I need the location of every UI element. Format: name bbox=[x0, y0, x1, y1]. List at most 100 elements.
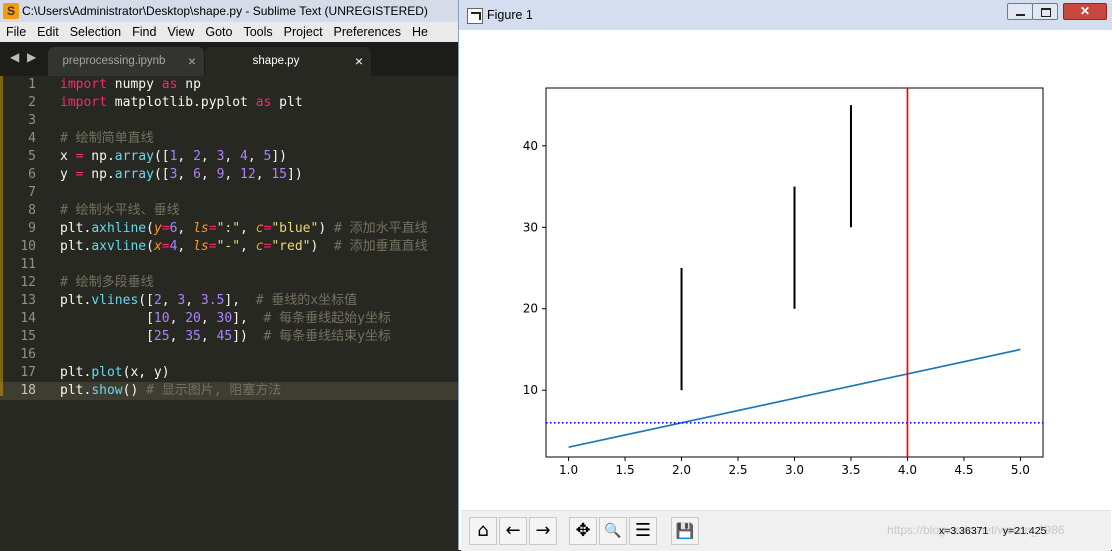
code-token: y bbox=[153, 221, 162, 236]
code-line: 7 bbox=[0, 184, 460, 202]
menu-tools[interactable]: Tools bbox=[237, 22, 277, 42]
code-token: ], bbox=[224, 293, 256, 308]
code-token: ( bbox=[146, 221, 154, 236]
code-token: , bbox=[185, 293, 201, 308]
code-comment: # 每条垂线结束y坐标 bbox=[263, 329, 391, 344]
tab-close-icon[interactable]: × bbox=[188, 47, 196, 76]
configure-subplots-icon[interactable]: ☰ bbox=[629, 517, 657, 545]
close-button[interactable] bbox=[1063, 3, 1107, 20]
code-token: ]) bbox=[271, 149, 288, 164]
code-line: 11 bbox=[0, 256, 460, 274]
code-token: , bbox=[255, 167, 272, 182]
code-token: array bbox=[114, 167, 154, 182]
tab-preprocessing[interactable]: preprocessing.ipynb × bbox=[48, 47, 204, 76]
code-comment: # 垂线的x坐标值 bbox=[255, 293, 358, 308]
code-token: , bbox=[240, 221, 256, 236]
zoom-icon[interactable]: 🔍 bbox=[599, 517, 627, 545]
cursor-coordinates: x=3.36371 y=21.425 bbox=[939, 525, 1047, 537]
save-icon[interactable]: 💾 bbox=[671, 517, 699, 545]
code-token: c bbox=[255, 239, 264, 254]
code-token: ( bbox=[146, 239, 154, 254]
code-token: , bbox=[200, 329, 217, 344]
menu-help[interactable]: He bbox=[406, 22, 433, 42]
y-tick-label: 30 bbox=[523, 220, 538, 234]
x-tick-label: 4.5 bbox=[954, 463, 973, 477]
plot-canvas[interactable]: 1.0 1.5 2.0 2.5 3.0 3.5 4.0 4.5 5.0 10 20 30 40 bbox=[461, 30, 1111, 510]
code-comment: # 显示图片, 阻塞方法 bbox=[146, 383, 282, 398]
code-comment: # 添加垂直直线 bbox=[333, 239, 428, 254]
pan-icon[interactable]: ✥ bbox=[569, 517, 597, 545]
code-token: , bbox=[177, 149, 194, 164]
tab-close-icon[interactable]: × bbox=[355, 47, 363, 76]
code-line: 16 bbox=[0, 346, 460, 364]
line-number: 1 bbox=[28, 77, 36, 92]
forward-arrow-icon[interactable]: → bbox=[529, 517, 557, 545]
code-token: ([ bbox=[153, 167, 170, 182]
code-line: 1 import numpy as np bbox=[0, 76, 460, 94]
code-line: 3 bbox=[0, 112, 460, 130]
code-token: vlines bbox=[91, 293, 139, 308]
code-line: 2 import matplotlib.pyplot as plt bbox=[0, 94, 460, 112]
menu-file[interactable]: File bbox=[0, 22, 31, 42]
code-line: 4 # 绘制简单直线 bbox=[0, 130, 460, 148]
code-token: , bbox=[224, 149, 241, 164]
sublime-tab-bar: ◀ ▶ preprocessing.ipynb × shape.py × bbox=[0, 42, 460, 76]
x-tick-label: 3.5 bbox=[841, 463, 860, 477]
code-line: 9 plt.axhline(y=6, ls=":", c="blue") # 添加… bbox=[0, 220, 460, 238]
menu-view[interactable]: View bbox=[161, 22, 199, 42]
code-token: 25 bbox=[153, 329, 170, 344]
tab-shape-py[interactable]: shape.py × bbox=[205, 47, 371, 76]
code-token: "red" bbox=[271, 239, 311, 254]
code-token: show bbox=[91, 383, 123, 398]
menu-goto[interactable]: Goto bbox=[199, 22, 237, 42]
back-arrow-icon[interactable]: ← bbox=[499, 517, 527, 545]
figure-app-icon bbox=[467, 8, 483, 24]
tab-nav-arrows-icon[interactable]: ◀ ▶ bbox=[10, 50, 38, 64]
x-tick-label: 1.0 bbox=[559, 463, 578, 477]
line-number: 2 bbox=[28, 95, 36, 110]
code-token: 10 bbox=[153, 311, 170, 326]
code-token: = bbox=[161, 221, 170, 236]
code-line: 12 # 绘制多段垂线 bbox=[0, 274, 460, 292]
y-tick-label: 20 bbox=[523, 302, 538, 316]
code-token: , bbox=[177, 239, 194, 254]
x-tick-label: 3.0 bbox=[785, 463, 804, 477]
code-line: 15 [25, 35, 45]) # 每条垂线结束y坐标 bbox=[0, 328, 460, 346]
code-token: "-" bbox=[216, 239, 241, 254]
code-line: 8 # 绘制水平线、垂线 bbox=[0, 202, 460, 220]
home-icon[interactable]: ⌂ bbox=[469, 517, 497, 545]
code-token: , bbox=[169, 329, 186, 344]
code-token: array bbox=[114, 149, 154, 164]
minimize-button[interactable] bbox=[1007, 3, 1033, 20]
code-line-current: 18 plt.show() # 显示图片, 阻塞方法 bbox=[0, 382, 460, 400]
line-number: 12 bbox=[20, 275, 36, 290]
maximize-button[interactable] bbox=[1032, 3, 1058, 20]
code-token: , bbox=[177, 167, 194, 182]
code-token: np bbox=[177, 77, 201, 92]
line-number: 9 bbox=[28, 221, 36, 236]
code-token: [ bbox=[60, 311, 154, 326]
line-number: 11 bbox=[20, 257, 36, 272]
code-token: 4 bbox=[240, 149, 248, 164]
code-token: axhline bbox=[91, 221, 147, 236]
menu-find[interactable]: Find bbox=[126, 22, 161, 42]
line-number: 3 bbox=[28, 113, 36, 128]
sublime-titlebar: C:\Users\Administrator\Desktop\shape.py … bbox=[0, 0, 460, 22]
line-number: 5 bbox=[28, 149, 36, 164]
code-token: 3.5 bbox=[200, 293, 225, 308]
code-token: ([ bbox=[153, 149, 170, 164]
line-number: 18 bbox=[20, 383, 36, 398]
menu-project[interactable]: Project bbox=[278, 22, 328, 42]
code-line: 10 plt.axvline(x=4, ls="-", c="red") # 添加… bbox=[0, 238, 460, 256]
menu-selection[interactable]: Selection bbox=[64, 22, 126, 42]
code-line: 5x = np.array([1, 2, 3, 4, 5]) bbox=[0, 148, 460, 166]
code-token: plot bbox=[91, 365, 123, 380]
code-editor[interactable]: 1 import numpy as np 2 import matplotlib.p… bbox=[0, 76, 460, 550]
menu-preferences[interactable]: Preferences bbox=[328, 22, 406, 42]
code-token: np. bbox=[83, 167, 115, 182]
figure-canvas-area: 1.0 1.5 2.0 2.5 3.0 3.5 4.0 4.5 5.0 10 20 30 40 ⌂ ← … bbox=[461, 30, 1111, 551]
navigation-toolbar: ⌂ ← → ✥ 🔍 ☰ 💾 https://blog.csdn.net/weix… bbox=[461, 510, 1111, 551]
line-number: 15 bbox=[20, 329, 36, 344]
x-tick-label: 4.0 bbox=[898, 463, 917, 477]
menu-edit[interactable]: Edit bbox=[31, 22, 64, 42]
